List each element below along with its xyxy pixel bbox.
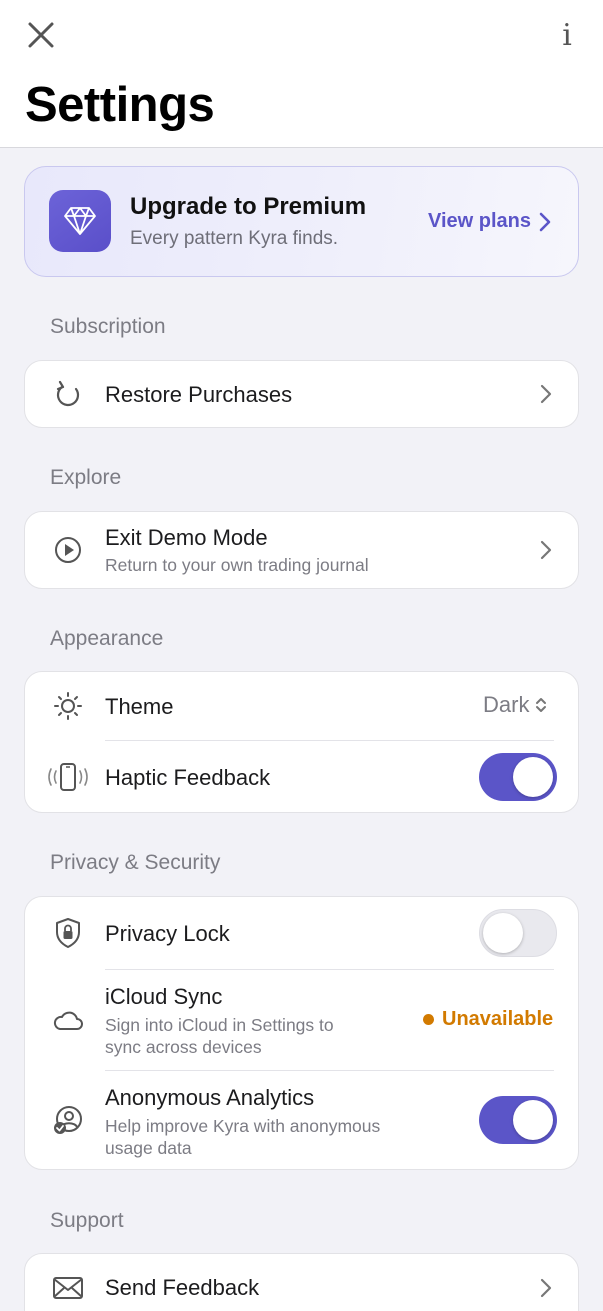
diamond-icon (64, 207, 96, 235)
theme-row[interactable]: Theme Dark (25, 672, 578, 740)
envelope-icon (51, 1271, 85, 1305)
exit-demo-mode-label: Exit Demo Mode (105, 525, 268, 550)
anonymous-analytics-subtitle-line2: usage data (105, 1138, 192, 1158)
privacy-lock-toggle[interactable] (479, 909, 557, 957)
icloud-status-badge: Unavailable (423, 1008, 553, 1031)
restore-purchases-label: Restore Purchases (105, 382, 293, 407)
privacy-lock-label: Privacy Lock (105, 921, 230, 946)
restore-purchases-row[interactable]: Restore Purchases (25, 361, 578, 427)
chevron-right-icon (539, 212, 551, 231)
premium-title: Upgrade to Premium (130, 193, 367, 220)
chevron-right-icon (540, 540, 552, 560)
info-button[interactable]: i (548, 16, 586, 54)
toggle-knob (483, 913, 523, 953)
close-button[interactable] (22, 16, 60, 54)
send-feedback-label: Send Feedback (105, 1275, 260, 1300)
exit-demo-mode-subtitle: Return to your own trading journal (105, 555, 369, 575)
anonymous-analytics-subtitle-line1: Help improve Kyra with anonymous (105, 1116, 381, 1136)
icloud-sync-subtitle-line1: Sign into iCloud in Settings to (105, 1015, 334, 1035)
status-dot (423, 1014, 434, 1025)
section-label-support: Support (50, 1209, 124, 1232)
upgrade-premium-banner[interactable]: Upgrade to Premium Every pattern Kyra fi… (24, 166, 579, 277)
support-card: Send Feedback (24, 1253, 579, 1311)
user-check-icon (51, 1103, 85, 1137)
sun-icon (51, 689, 85, 723)
restore-icon (51, 377, 85, 411)
cloud-icon (51, 1004, 85, 1038)
theme-picker[interactable]: Dark (483, 692, 547, 718)
icloud-sync-subtitle-line2: sync across devices (105, 1037, 262, 1057)
info-icon: i (562, 17, 572, 53)
section-label-appearance: Appearance (50, 627, 164, 650)
chevron-right-icon (540, 1278, 552, 1298)
subscription-card: Restore Purchases (24, 360, 579, 428)
theme-label: Theme (105, 694, 174, 719)
anonymous-analytics-row: Anonymous Analytics Help improve Kyra wi… (25, 1071, 578, 1169)
view-plans-link[interactable]: View plans (428, 210, 551, 233)
haptic-feedback-row: Haptic Feedback (25, 741, 578, 813)
section-label-privacy: Privacy & Security (50, 851, 221, 874)
icloud-sync-label: iCloud Sync (105, 984, 223, 1009)
haptic-feedback-toggle[interactable] (479, 753, 557, 801)
icloud-status-text: Unavailable (442, 1008, 554, 1030)
theme-value: Dark (483, 692, 530, 717)
haptic-feedback-label: Haptic Feedback (105, 765, 271, 790)
premium-subtitle: Every pattern Kyra finds. (130, 228, 339, 249)
chevron-up-down-icon (536, 698, 547, 712)
play-circle-icon (51, 533, 85, 567)
explore-card: Exit Demo Mode Return to your own tradin… (24, 511, 579, 589)
phone-vibrate-icon (45, 760, 91, 794)
privacy-card: Privacy Lock iCloud Sync Sign into iClou… (24, 896, 579, 1170)
close-icon (28, 22, 54, 48)
section-label-subscription: Subscription (50, 315, 166, 338)
anonymous-analytics-label: Anonymous Analytics (105, 1085, 315, 1110)
exit-demo-mode-row[interactable]: Exit Demo Mode Return to your own tradin… (25, 512, 578, 588)
chevron-right-icon (540, 384, 552, 404)
shield-lock-icon (51, 916, 85, 950)
toggle-knob (513, 1100, 553, 1140)
anonymous-analytics-toggle[interactable] (479, 1096, 557, 1144)
privacy-lock-row: Privacy Lock (25, 897, 578, 969)
toggle-knob (513, 757, 553, 797)
premium-icon-tile (49, 190, 111, 252)
send-feedback-row[interactable]: Send Feedback (25, 1254, 578, 1311)
section-label-explore: Explore (50, 466, 122, 489)
icloud-sync-row[interactable]: iCloud Sync Sign into iCloud in Settings… (25, 970, 578, 1070)
top-bar: i Settings (0, 0, 603, 148)
view-plans-label: View plans (428, 210, 532, 232)
page-title: Settings (25, 78, 215, 132)
appearance-card: Theme Dark Haptic Feedback (24, 671, 579, 813)
